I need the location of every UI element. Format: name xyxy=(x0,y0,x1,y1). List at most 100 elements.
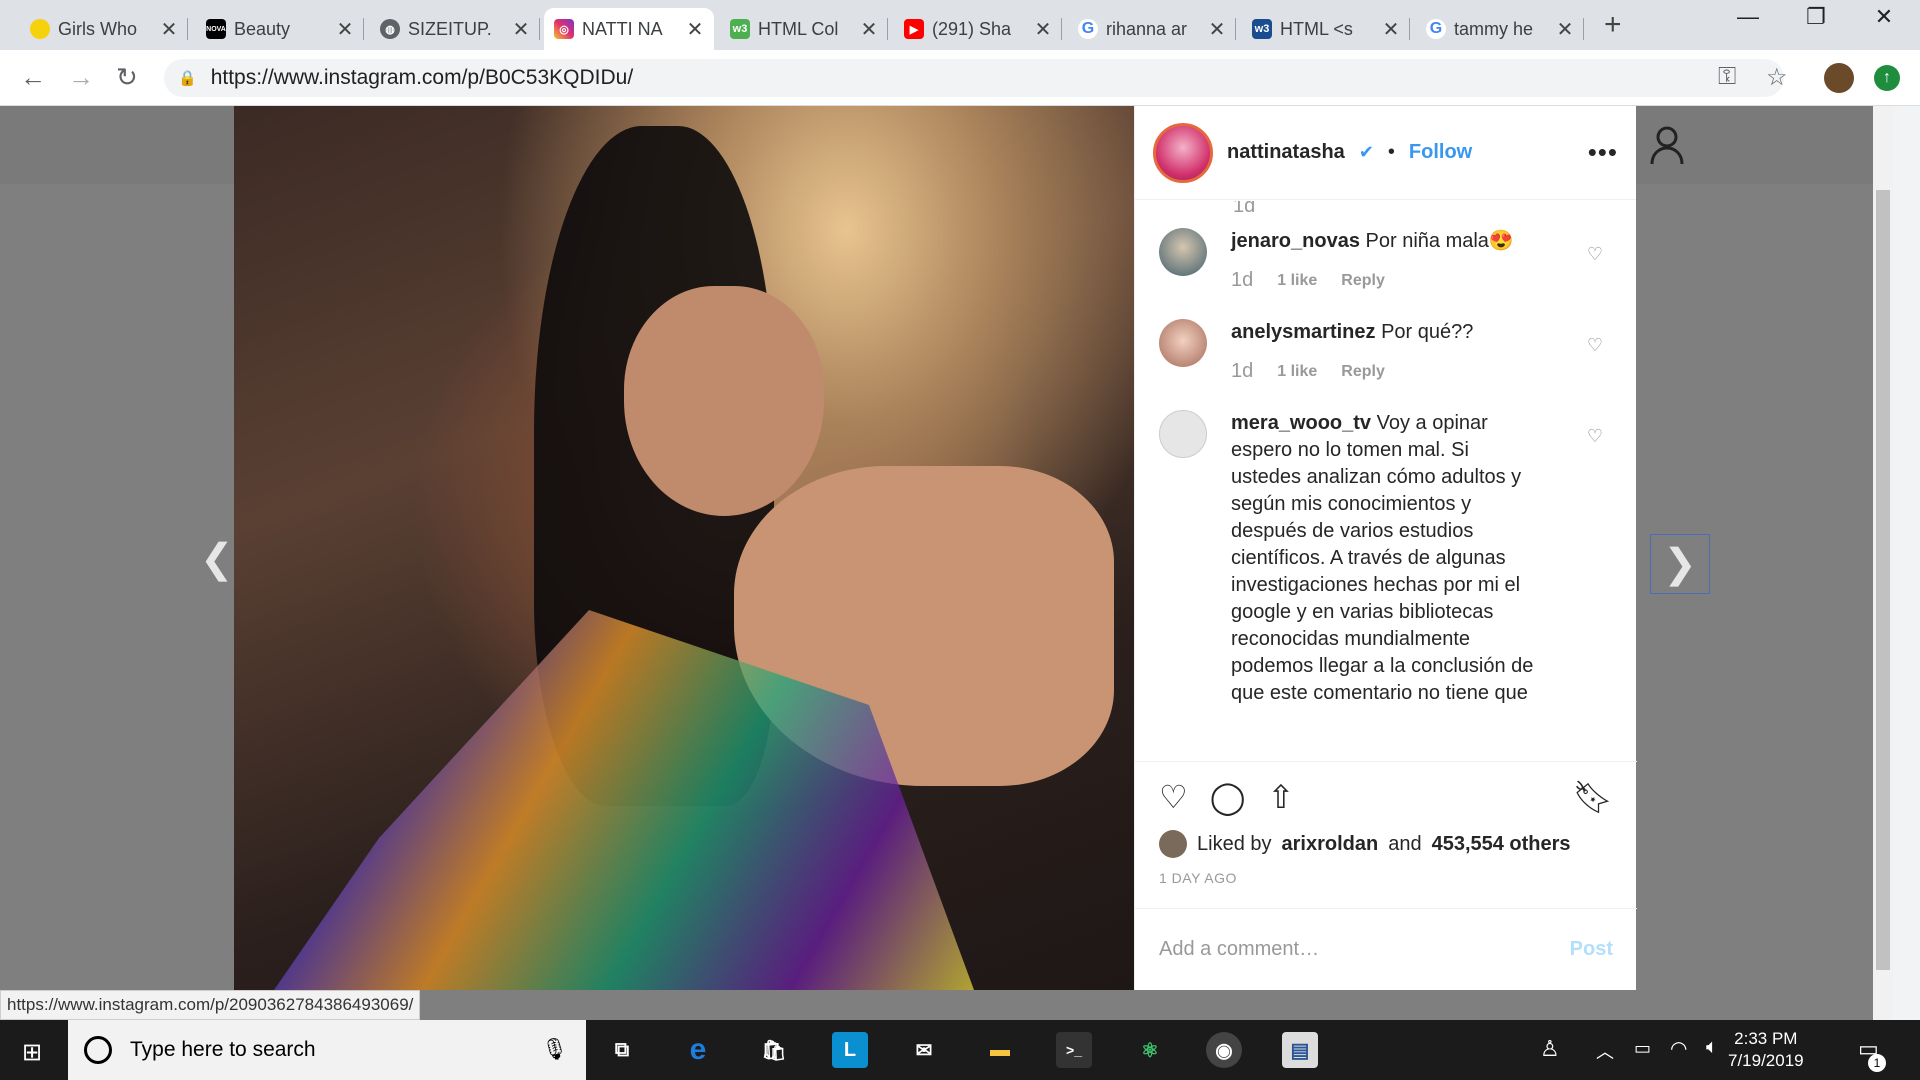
tab-girls-who[interactable]: Girls Who ✕ xyxy=(20,8,188,50)
comment-text: Voy a opinar espero no lo tomen mal. Si … xyxy=(1231,412,1534,704)
notification-count-badge: 1 xyxy=(1868,1054,1886,1072)
chrome-icon[interactable]: ◉ xyxy=(1206,1032,1242,1068)
heart-icon[interactable]: ♡ xyxy=(1587,332,1603,359)
comment-text: Por niña mala😍 xyxy=(1365,230,1514,252)
tab-youtube[interactable]: ▶ (291) Sha ✕ xyxy=(894,8,1062,50)
poster-username[interactable]: nattinatasha xyxy=(1227,141,1345,164)
comment-likes[interactable]: 1 like xyxy=(1277,358,1317,385)
commenter-avatar[interactable] xyxy=(1159,228,1207,276)
comment-item: mera_wooo_tv Voy a opinar espero no lo t… xyxy=(1159,410,1599,707)
tab-html-s[interactable]: w3 HTML <s ✕ xyxy=(1242,8,1410,50)
commenter-username[interactable]: anelysmartinez xyxy=(1231,321,1376,343)
forward-icon[interactable]: → xyxy=(68,62,94,92)
liked-by-others[interactable]: 453,554 others xyxy=(1432,833,1571,856)
edge-icon[interactable]: e xyxy=(680,1032,716,1068)
tab-rihanna[interactable]: G rihanna ar ✕ xyxy=(1068,8,1236,50)
close-icon[interactable]: ✕ xyxy=(1556,17,1574,42)
reply-button[interactable]: Reply xyxy=(1341,267,1385,294)
comment-item: jenaro_novas Por niña mala😍 1d 1 like Repl… xyxy=(1159,228,1599,294)
windows-start-icon[interactable]: ⊞ xyxy=(22,1038,42,1067)
close-icon[interactable]: ✕ xyxy=(1034,17,1052,42)
close-window-button[interactable]: ✕ xyxy=(1854,4,1914,30)
volume-icon[interactable]: 🔈︎ xyxy=(1706,1036,1718,1059)
close-icon[interactable]: ✕ xyxy=(512,17,530,42)
prev-post-arrow[interactable]: ❮ xyxy=(200,536,234,582)
google-icon: G xyxy=(1078,19,1098,39)
close-icon[interactable]: ✕ xyxy=(160,17,178,42)
liker-avatar[interactable] xyxy=(1159,830,1187,858)
comment-likes[interactable]: 1 like xyxy=(1277,267,1317,294)
close-icon[interactable]: ✕ xyxy=(1382,17,1400,42)
next-post-arrow[interactable]: ❯ xyxy=(1650,534,1710,594)
comment-time: 1d xyxy=(1233,201,1256,217)
commenter-avatar[interactable] xyxy=(1159,319,1207,367)
liked-by-and: and xyxy=(1388,832,1422,855)
update-icon[interactable]: ↑ xyxy=(1874,65,1900,91)
wifi-icon[interactable]: ◠ xyxy=(1670,1036,1687,1061)
follow-button[interactable]: Follow xyxy=(1409,141,1472,164)
comment-time: 1d xyxy=(1231,360,1254,382)
post-button[interactable]: Post xyxy=(1570,938,1613,961)
atom-icon[interactable]: ⚛ xyxy=(1132,1032,1168,1068)
commenter-avatar[interactable] xyxy=(1159,410,1207,458)
comments-list: 1d jenaro_novas Por niña mala😍 1d 1 like R… xyxy=(1135,201,1637,761)
mail-icon[interactable]: ✉ xyxy=(906,1032,942,1068)
store-icon[interactable]: 🛍︎ xyxy=(756,1032,792,1068)
task-view-icon[interactable]: ⧉ xyxy=(604,1032,640,1068)
scrollbar-thumb[interactable] xyxy=(1876,190,1890,970)
close-icon[interactable]: ✕ xyxy=(686,17,704,42)
lock-icon: 🔒 xyxy=(178,70,197,87)
terminal-icon[interactable]: >_ xyxy=(1056,1032,1092,1068)
notepad-icon[interactable]: ▤ xyxy=(1282,1032,1318,1068)
profile-avatar[interactable] xyxy=(1824,63,1854,93)
close-icon[interactable]: ✕ xyxy=(860,17,878,42)
profile-icon[interactable] xyxy=(1650,126,1684,166)
restore-button[interactable]: ❐ xyxy=(1786,4,1846,30)
microphone-icon[interactable]: 🎙︎ xyxy=(541,1038,568,1062)
tab-tammy[interactable]: G tammy he ✕ xyxy=(1416,8,1584,50)
battery-icon[interactable]: ▭ xyxy=(1634,1038,1651,1059)
clock-date: 7/19/2019 xyxy=(1728,1051,1804,1070)
w3-logo-icon: w3 xyxy=(1252,19,1272,39)
comment-text: Por qué?? xyxy=(1381,321,1474,343)
post-photo[interactable] xyxy=(234,106,1134,990)
minimize-button[interactable]: — xyxy=(1718,4,1778,30)
reload-icon[interactable]: ↻ xyxy=(116,62,138,92)
l-app-icon[interactable]: L xyxy=(832,1032,868,1068)
taskbar-clock[interactable]: 2:33 PM 7/19/2019 xyxy=(1728,1028,1804,1072)
close-icon[interactable]: ✕ xyxy=(336,17,354,42)
bookmark-icon[interactable]: 🔖︎ xyxy=(1572,778,1613,816)
post-age: 1 DAY AGO xyxy=(1159,870,1237,886)
comment-icon[interactable]: ◯ xyxy=(1210,778,1246,816)
tab-title: Girls Who xyxy=(58,18,138,39)
poster-avatar[interactable] xyxy=(1153,122,1213,183)
tab-natti-natasha[interactable]: ◎ NATTI NA ✕ xyxy=(544,8,714,50)
comment-time: 1d xyxy=(1231,269,1254,291)
more-options-icon[interactable]: ••• xyxy=(1588,137,1618,168)
share-icon[interactable]: ⇧ xyxy=(1268,778,1295,816)
reply-button[interactable]: Reply xyxy=(1341,358,1385,385)
comment-input[interactable]: Add a comment… xyxy=(1159,938,1319,961)
people-icon[interactable]: ♙ xyxy=(1540,1036,1560,1062)
close-icon[interactable]: ✕ xyxy=(1208,17,1226,42)
file-explorer-icon[interactable]: ▬ xyxy=(982,1032,1018,1068)
key-icon[interactable]: ⚿ xyxy=(1718,63,1736,91)
heart-icon[interactable]: ♡ xyxy=(1587,241,1603,268)
heart-icon[interactable]: ♡ xyxy=(1587,423,1603,450)
separator-dot: • xyxy=(1387,141,1395,163)
add-comment-bar: Add a comment… Post xyxy=(1135,908,1637,990)
liked-by-user[interactable]: arixroldan xyxy=(1282,833,1379,856)
tab-sizeitup[interactable]: ◍ SIZEITUP. ✕ xyxy=(370,8,540,50)
tab-html-colors[interactable]: w3 HTML Col ✕ xyxy=(720,8,888,50)
commenter-username[interactable]: mera_wooo_tv xyxy=(1231,412,1371,434)
tab-title: HTML <s xyxy=(1280,18,1353,39)
tab-beauty[interactable]: NOVA Beauty ✕ xyxy=(196,8,364,50)
star-icon[interactable]: ☆ xyxy=(1766,63,1788,92)
back-icon[interactable]: ← xyxy=(20,62,46,92)
like-heart-icon[interactable]: ♡ xyxy=(1159,778,1188,816)
tray-chevron-icon[interactable]: ︿ xyxy=(1596,1038,1614,1064)
taskbar-search[interactable]: Type here to search 🎙︎ xyxy=(68,1020,586,1080)
commenter-username[interactable]: jenaro_novas xyxy=(1231,230,1360,252)
address-bar[interactable]: 🔒 https://www.instagram.com/p/B0C53KQDID… xyxy=(164,59,1784,97)
new-tab-button[interactable]: + xyxy=(1604,10,1622,40)
